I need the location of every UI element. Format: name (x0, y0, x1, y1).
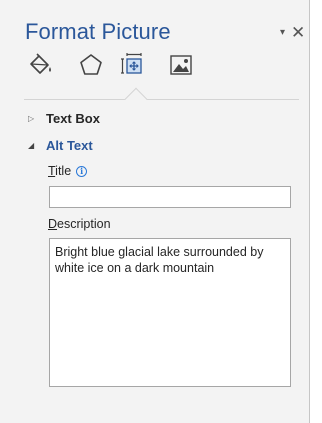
section-text-box-header[interactable]: ▷ Text Box (28, 108, 100, 128)
close-icon[interactable]: ✕ (291, 24, 305, 41)
selected-tab-pointer (124, 87, 148, 111)
tab-fill-line[interactable] (28, 52, 54, 78)
info-icon[interactable]: i (76, 166, 88, 177)
title-label: Title i (48, 164, 88, 178)
task-pane-options-dropdown-icon[interactable]: ▾ (280, 27, 285, 38)
tab-picture[interactable] (168, 52, 194, 78)
size-layout-icon (121, 53, 142, 74)
pentagon-icon (80, 54, 102, 75)
description-label-access-key: D (48, 217, 58, 231)
pane-title: Format Picture (25, 19, 171, 44)
format-picture-pane: Format Picture ▾ ✕ ▷ Text Box ◢ Alt Text… (0, 0, 322, 423)
section-alt-text-label: Alt Text (46, 137, 93, 153)
expand-arrow-icon: ▷ (28, 113, 35, 123)
alt-text-title-input[interactable] (49, 186, 291, 208)
section-text-box-label: Text Box (46, 110, 100, 126)
pane-controls: ▾ ✕ (280, 22, 305, 42)
paint-bucket-icon (30, 53, 51, 74)
section-alt-text-header[interactable]: ◢ Alt Text (28, 135, 93, 155)
description-label: Description (48, 217, 111, 231)
tab-separator (24, 99, 299, 100)
tab-size-properties[interactable] (120, 52, 146, 78)
title-label-rest: itle (55, 164, 72, 178)
pane-border (309, 0, 322, 423)
tab-effects[interactable] (78, 52, 104, 78)
picture-icon (170, 55, 192, 75)
alt-text-description-input[interactable]: Bright blue glacial lake surrounded by w… (49, 238, 291, 387)
description-label-rest: escription (57, 217, 111, 231)
collapse-arrow-icon: ◢ (28, 140, 35, 150)
